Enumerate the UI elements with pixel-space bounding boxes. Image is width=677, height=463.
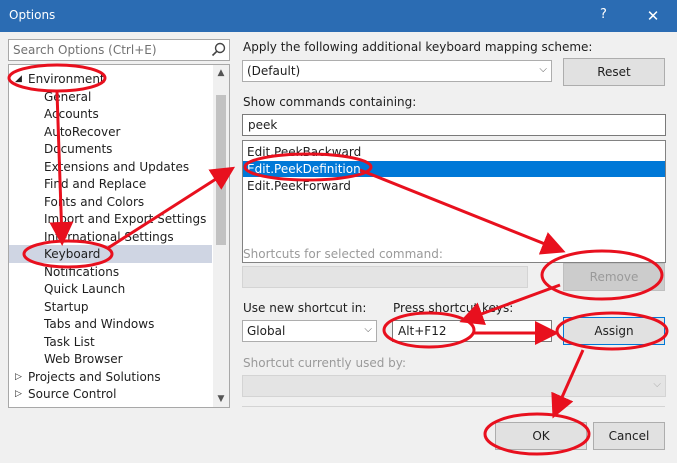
tree-item-source-control[interactable]: ▷ Source Control bbox=[9, 385, 212, 403]
tree-item-tabs-windows[interactable]: Tabs and Windows bbox=[9, 315, 212, 333]
chevron-down-icon: ⌵ bbox=[653, 379, 661, 390]
help-button[interactable]: ? bbox=[600, 7, 607, 22]
footer-divider bbox=[242, 406, 665, 407]
mapping-scheme-select[interactable]: (Default) ⌵ bbox=[242, 60, 552, 82]
show-commands-label: Show commands containing: bbox=[243, 95, 417, 109]
tree-item-label: Source Control bbox=[28, 387, 117, 401]
tree-item-label: Documents bbox=[44, 142, 113, 156]
tree-item-autorecover[interactable]: AutoRecover bbox=[9, 123, 212, 141]
reset-button[interactable]: Reset bbox=[563, 58, 665, 86]
tree-item-label: Accounts bbox=[44, 107, 99, 121]
window-title: Options bbox=[9, 8, 56, 22]
tree-item-label: AutoRecover bbox=[44, 125, 121, 139]
chevron-down-icon: ⌵ bbox=[364, 324, 372, 335]
tree-item-label: Find and Replace bbox=[44, 177, 147, 191]
tree-item-extensions[interactable]: Extensions and Updates bbox=[9, 158, 212, 176]
tree-item-projects-solutions[interactable]: ▷ Projects and Solutions bbox=[9, 368, 212, 386]
tree-item-label: International Settings bbox=[44, 230, 174, 244]
search-placeholder: Search Options (Ctrl+E) bbox=[13, 43, 157, 57]
tree-item-environment[interactable]: ◢ Environment bbox=[9, 70, 212, 88]
shortcuts-for-select bbox=[242, 266, 528, 288]
tree-item-fonts-colors[interactable]: Fonts and Colors bbox=[9, 193, 212, 211]
currently-used-by-select: ⌵ bbox=[242, 375, 666, 397]
use-shortcut-in-select[interactable]: Global ⌵ bbox=[242, 320, 377, 342]
search-options-input[interactable]: Search Options (Ctrl+E) bbox=[8, 39, 230, 61]
command-filter-value: peek bbox=[248, 118, 278, 132]
use-shortcut-in-label: Use new shortcut in: bbox=[243, 301, 367, 315]
tree-item-label: Notifications bbox=[44, 265, 120, 279]
tree-item-label: Task List bbox=[44, 335, 95, 349]
tree-item-international[interactable]: International Settings bbox=[9, 228, 212, 246]
tree-item-import-export[interactable]: Import and Export Settings bbox=[9, 210, 212, 228]
shortcut-keys-value: Alt+F12 bbox=[398, 324, 447, 338]
title-bar: Options ? ✕ bbox=[0, 0, 677, 32]
command-list[interactable]: Edit.PeekBackward Edit.PeekDefinition Ed… bbox=[242, 140, 666, 263]
command-item[interactable]: Edit.PeekBackward bbox=[243, 144, 665, 160]
tree-scrollbar[interactable]: ▲ ▼ bbox=[213, 65, 229, 407]
collapsed-arrow-icon: ▷ bbox=[15, 389, 22, 399]
cancel-button[interactable]: Cancel bbox=[593, 422, 665, 450]
use-shortcut-in-value: Global bbox=[247, 324, 286, 338]
tree-item-label: Quick Launch bbox=[44, 282, 126, 296]
command-item[interactable]: Edit.PeekForward bbox=[243, 178, 665, 194]
ok-button[interactable]: OK bbox=[495, 422, 587, 450]
tree-item-keyboard[interactable]: Keyboard bbox=[9, 245, 212, 263]
currently-used-by-label: Shortcut currently used by: bbox=[243, 356, 407, 370]
assign-button[interactable]: Assign bbox=[563, 317, 665, 345]
search-icon bbox=[211, 42, 226, 57]
mapping-scheme-label: Apply the following additional keyboard … bbox=[243, 40, 593, 54]
tree-item-label: Startup bbox=[44, 300, 89, 314]
tree-item-label: Extensions and Updates bbox=[44, 160, 190, 174]
scroll-down-icon[interactable]: ▼ bbox=[213, 391, 229, 407]
tree-item-label: Web Browser bbox=[44, 352, 123, 366]
tree-item-label: Projects and Solutions bbox=[28, 370, 161, 384]
scroll-thumb[interactable] bbox=[216, 95, 226, 245]
tree-item-label: General bbox=[44, 90, 92, 104]
collapsed-arrow-icon: ▷ bbox=[15, 372, 22, 382]
tree-item-label: Keyboard bbox=[44, 247, 101, 261]
tree-item-label: Environment bbox=[28, 72, 105, 86]
tree-item-quick-launch[interactable]: Quick Launch bbox=[9, 280, 212, 298]
tree-item-label: Fonts and Colors bbox=[44, 195, 145, 209]
press-shortcut-keys-label: Press shortcut keys: bbox=[393, 301, 514, 315]
tree-item-documents[interactable]: Documents bbox=[9, 140, 212, 158]
chevron-down-icon: ⌵ bbox=[539, 64, 547, 75]
shortcuts-for-label: Shortcuts for selected command: bbox=[243, 247, 443, 261]
tree-item-web-browser[interactable]: Web Browser bbox=[9, 350, 212, 368]
tree-item-startup[interactable]: Startup bbox=[9, 298, 212, 316]
tree-item-notifications[interactable]: Notifications bbox=[9, 263, 212, 281]
close-button[interactable]: ✕ bbox=[641, 5, 665, 27]
scroll-up-icon[interactable]: ▲ bbox=[213, 65, 229, 81]
expanded-arrow-icon: ◢ bbox=[15, 74, 22, 84]
shortcut-keys-input[interactable]: Alt+F12 bbox=[392, 320, 552, 342]
tree-item-label: Tabs and Windows bbox=[44, 317, 155, 331]
dialog-body: Search Options (Ctrl+E) ◢ Environment Gen… bbox=[0, 32, 677, 463]
tree-item-find-replace[interactable]: Find and Replace bbox=[9, 175, 212, 193]
tree-item-accounts[interactable]: Accounts bbox=[9, 105, 212, 123]
mapping-scheme-value: (Default) bbox=[247, 64, 301, 78]
tree-item-label: Import and Export Settings bbox=[44, 212, 207, 226]
options-tree[interactable]: ◢ Environment General Accounts AutoRecove… bbox=[8, 64, 230, 408]
remove-button[interactable]: Remove bbox=[563, 263, 665, 291]
command-item-selected[interactable]: Edit.PeekDefinition bbox=[243, 161, 665, 177]
tree-item-general[interactable]: General bbox=[9, 88, 212, 106]
tree-item-task-list[interactable]: Task List bbox=[9, 333, 212, 351]
command-filter-input[interactable]: peek bbox=[242, 114, 666, 136]
